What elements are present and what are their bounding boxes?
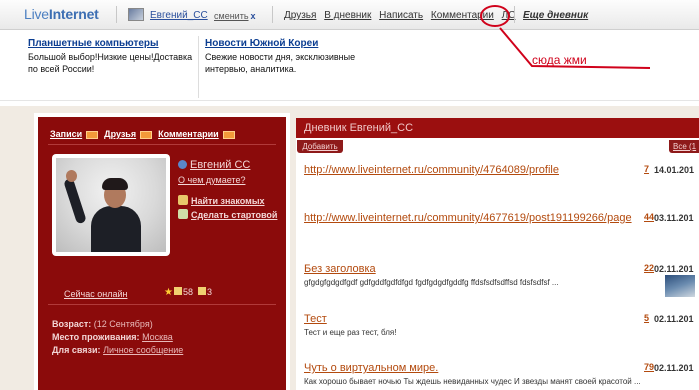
home-icon xyxy=(178,209,188,219)
post-date: 03.11.201 xyxy=(654,213,694,223)
more-diary-link[interactable]: Еще дневник xyxy=(523,10,588,21)
find-friends-link[interactable]: Найти знакомых xyxy=(178,195,265,206)
post-title-link[interactable]: Без заголовка xyxy=(304,263,376,275)
add-post-button[interactable]: Добавить xyxy=(297,140,343,153)
change-user: сменить x xyxy=(214,11,256,21)
divider xyxy=(116,6,117,23)
photo-person-hand xyxy=(66,170,77,182)
post-comments-count[interactable]: 44 xyxy=(644,212,654,222)
post-title-link[interactable]: http://www.liveinternet.ru/community/476… xyxy=(304,164,559,176)
diary-header: Дневник Евгений_СС xyxy=(296,118,699,138)
post-title-link[interactable]: Чуть о виртуальном мире. xyxy=(304,362,438,374)
info-age: Возраст: (12 Сентября) xyxy=(52,319,153,329)
post-date: 02.11.201 xyxy=(654,264,694,274)
star-icon: ★ xyxy=(164,287,173,298)
tab-friends[interactable]: Друзья xyxy=(104,129,136,139)
contact-label: Для связи: xyxy=(52,345,101,355)
divider xyxy=(272,6,273,23)
post-date: 02.11.201 xyxy=(654,314,694,324)
counter-value: 3 xyxy=(207,287,213,297)
nav-to-diary[interactable]: В дневник xyxy=(324,10,371,21)
divider xyxy=(514,6,515,23)
place-link[interactable]: Москва xyxy=(142,332,173,342)
annotation-circle xyxy=(480,5,510,27)
diary-panel: Дневник Евгений_СС Добавить Все (1 http:… xyxy=(296,118,699,390)
post-date: 02.11.201 xyxy=(654,363,694,373)
counter-friends[interactable]: 58 xyxy=(174,287,193,297)
post-thumbnail[interactable] xyxy=(665,275,695,297)
post-excerpt: gfgdgfgdgdfgdf gdfgddfgdfdfgd fgdfgdgdfg… xyxy=(304,278,559,287)
profile-photo[interactable] xyxy=(52,154,170,256)
profile-tabs: Записи Друзья Комментарии xyxy=(50,129,241,139)
diary-title[interactable]: Дневник Евгений_СС xyxy=(304,122,413,134)
nav-friends[interactable]: Друзья xyxy=(284,10,316,21)
top-user-link[interactable]: Евгений_СС xyxy=(150,10,208,21)
profile-name[interactable]: Евгений СС xyxy=(178,159,250,171)
ads-block: Планшетные компьютеры Большой выбор!Низк… xyxy=(22,36,699,98)
user-avatar-mini[interactable] xyxy=(128,8,144,21)
nav-write[interactable]: Написать xyxy=(379,10,423,21)
make-start-page-label: Сделать стартовой xyxy=(191,210,278,220)
ad-text: по всей России! xyxy=(28,64,95,74)
liveinternet-logo[interactable]: LiveInternet xyxy=(24,6,99,22)
tab-posts[interactable]: Записи xyxy=(50,129,82,139)
post-comments-count[interactable]: 7 xyxy=(644,164,649,174)
ad-title[interactable]: Планшетные компьютеры xyxy=(28,38,192,49)
photo-person-arm xyxy=(63,177,87,225)
profile-name-text: Евгений СС xyxy=(190,159,251,171)
photo-person-hair xyxy=(102,178,128,190)
user-icon xyxy=(178,160,187,169)
ad-divider xyxy=(198,36,199,98)
logo-bold-text: Internet xyxy=(48,6,99,22)
make-start-page-link[interactable]: Сделать стартовой xyxy=(178,209,277,220)
photo-person-body xyxy=(91,206,141,252)
find-friends-icon xyxy=(178,195,188,205)
post-excerpt: Как хорошо бывает ночью Ты ждешь невидан… xyxy=(304,377,641,386)
logo-light-text: Live xyxy=(24,6,49,22)
age-label: Возраст: xyxy=(52,319,92,329)
counter-value: 58 xyxy=(183,287,194,297)
profile-photo-image xyxy=(56,158,166,252)
tab-comments[interactable]: Комментарии xyxy=(158,129,219,139)
ad-title[interactable]: Новости Южной Кореи xyxy=(205,38,355,49)
divider xyxy=(48,304,276,305)
post-title-link[interactable]: http://www.liveinternet.ru/community/467… xyxy=(304,212,632,224)
profile-card: Записи Друзья Комментарии Евгений СС О чем… xyxy=(38,117,286,390)
private-message-link[interactable]: Личное сообщение xyxy=(103,345,183,355)
folder-icon xyxy=(198,287,206,295)
status-prompt-link[interactable]: О чем думаете? xyxy=(178,175,245,185)
online-status-link[interactable]: Сейчас онлайн xyxy=(64,289,127,299)
post-excerpt: Тест и еще раз тест, бля! xyxy=(304,328,397,337)
find-friends-label: Найти знакомых xyxy=(191,196,265,206)
top-bar: LiveInternet Евгений_СС сменить x Друзья … xyxy=(0,0,699,30)
info-contact: Для связи: Личное сообщение xyxy=(52,345,183,355)
ad-text: Большой выбор!Низкие цены!Доставка xyxy=(28,52,193,62)
ad-korea-news: Новости Южной Кореи Свежие новости дня, … xyxy=(205,38,355,75)
rss-icon[interactable] xyxy=(86,130,99,139)
info-place: Место проживания: Москва xyxy=(52,332,173,342)
divider xyxy=(0,100,699,101)
rss-icon[interactable] xyxy=(140,130,153,139)
all-posts-button[interactable]: Все (1 xyxy=(669,140,699,153)
counter-communities[interactable]: 3 xyxy=(198,287,212,297)
post-comments-count[interactable]: 79 xyxy=(644,362,654,372)
ad-tablets: Планшетные компьютеры Большой выбор!Низк… xyxy=(28,38,192,75)
folder-icon xyxy=(174,287,182,295)
post-title-link[interactable]: Тест xyxy=(304,313,327,325)
profile-panel: Записи Друзья Комментарии Евгений СС О чем… xyxy=(34,113,290,390)
change-user-link[interactable]: сменить xyxy=(214,11,249,21)
divider xyxy=(48,144,276,145)
rss-icon[interactable] xyxy=(222,130,235,139)
logout-x-button[interactable]: x xyxy=(251,11,256,21)
post-comments-count[interactable]: 22 xyxy=(644,263,654,273)
ad-text: интервью, аналитика. xyxy=(205,64,297,74)
place-label: Место проживания: xyxy=(52,332,140,342)
post-date: 14.01.201 xyxy=(654,165,695,175)
age-value: (12 Сентября) xyxy=(93,319,153,329)
ad-text: Свежие новости дня, эксклюзивные xyxy=(205,52,356,62)
post-comments-count[interactable]: 5 xyxy=(644,313,649,323)
